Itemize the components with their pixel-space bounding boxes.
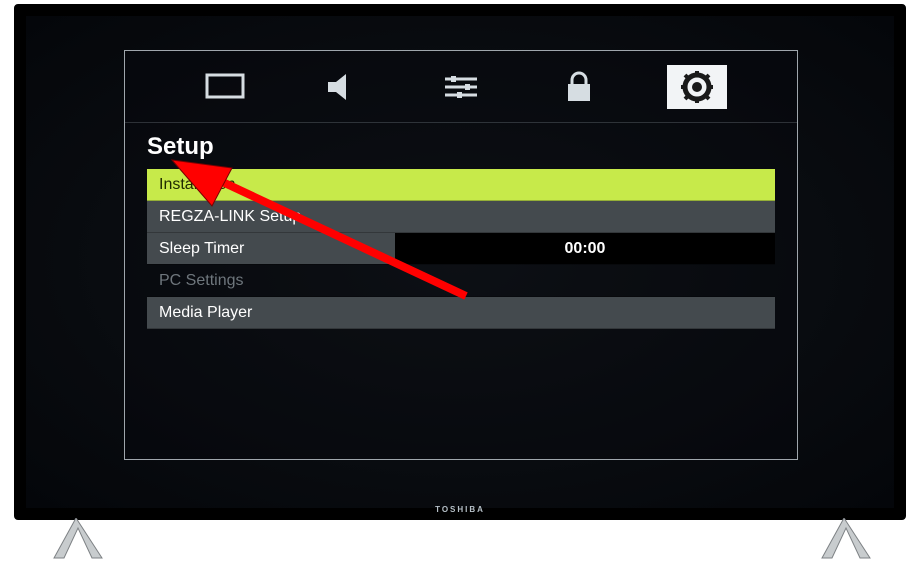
picture-icon <box>205 73 245 101</box>
tab-setup[interactable] <box>667 65 727 109</box>
tv-stand-right <box>814 518 874 560</box>
sleep-timer-value: 00:00 <box>565 240 606 258</box>
tab-lock[interactable] <box>549 65 609 109</box>
tab-options[interactable] <box>431 65 491 109</box>
menu-item-regza-link[interactable]: REGZA-LINK Setup <box>147 201 775 233</box>
tv-stand-left <box>46 518 106 560</box>
brand-label: TOSHIBA <box>435 505 485 514</box>
speaker-icon <box>326 72 360 102</box>
tab-sound[interactable] <box>313 65 373 109</box>
section-title: Setup <box>125 123 797 169</box>
menu-label: PC Settings <box>159 272 243 290</box>
tab-bar <box>125 51 797 123</box>
menu-label: Media Player <box>159 304 252 322</box>
menu-item-installation[interactable]: Installation <box>147 169 775 201</box>
tv-frame: Setup Installation REGZA-LINK Setup Slee… <box>14 4 906 520</box>
menu-label: Sleep Timer <box>159 240 244 258</box>
menu-label: Installation <box>159 176 236 194</box>
tv-screen: Setup Installation REGZA-LINK Setup Slee… <box>26 16 894 508</box>
osd-panel: Setup Installation REGZA-LINK Setup Slee… <box>124 50 798 460</box>
menu-item-media-player[interactable]: Media Player <box>147 297 775 329</box>
menu-label: REGZA-LINK Setup <box>159 208 301 226</box>
menu-item-sleep-timer[interactable]: Sleep Timer 00:00 <box>147 233 775 265</box>
menu-item-pc-settings: PC Settings <box>147 265 775 297</box>
sliders-icon <box>443 74 479 100</box>
tab-picture[interactable] <box>195 65 255 109</box>
lock-icon <box>565 71 593 103</box>
menu-list: Installation REGZA-LINK Setup Sleep Time… <box>125 169 797 329</box>
gear-icon <box>680 70 714 104</box>
